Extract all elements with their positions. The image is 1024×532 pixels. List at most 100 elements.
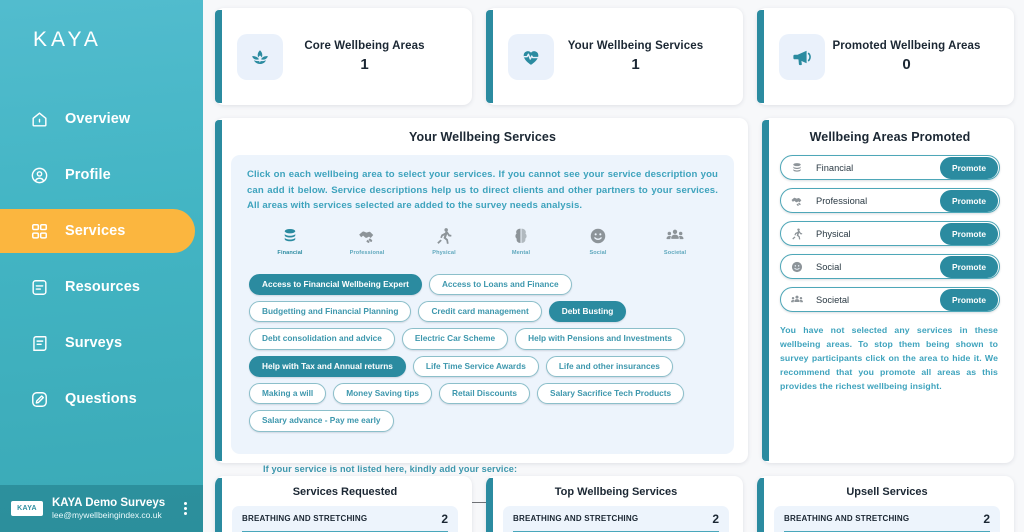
service-tag[interactable]: Credit card management xyxy=(418,300,542,323)
service-tag[interactable]: Help with Tax and Annual returns xyxy=(249,355,406,378)
stat-label: Core Wellbeing Areas xyxy=(304,40,425,52)
sidebar-item-label: Services xyxy=(65,223,126,239)
service-tag-list: Access to Financial Wellbeing Expert Acce… xyxy=(247,273,718,444)
sidebar-item-questions[interactable]: Questions xyxy=(0,377,195,421)
service-tag[interactable]: Retail Discounts xyxy=(439,383,531,405)
wellbeing-area-label: Physical xyxy=(432,249,456,256)
sidebar: KAYA Overview Profile Services Resources Sur… xyxy=(0,0,203,532)
summary-card-title: Top Wellbeing Services xyxy=(554,486,678,498)
promoted-area-row[interactable]: Societal Promote xyxy=(780,287,1000,312)
promote-button[interactable]: Promote xyxy=(940,222,998,245)
sidebar-item-label: Surveys xyxy=(65,335,123,351)
table-row: BREATHING AND STRETCHING 2 xyxy=(513,506,719,532)
service-tag[interactable]: Help with Pensions and Investments xyxy=(515,328,685,350)
service-tag[interactable]: Salary Sacrifice Tech Products xyxy=(537,383,685,405)
wellbeing-area-social[interactable]: Social xyxy=(576,226,620,256)
sidebar-item-label: Resources xyxy=(65,279,141,295)
services-info-panel: Click on each wellbeing area to select y… xyxy=(231,155,734,454)
account-logo-icon: KAYA xyxy=(11,501,43,516)
heart-pulse-icon xyxy=(508,33,554,80)
sidebar-item-profile[interactable]: Profile xyxy=(0,153,195,197)
service-tag[interactable]: Salary advance - Pay me early xyxy=(249,410,394,432)
summary-card-title: Services Requested xyxy=(292,486,398,498)
service-tag[interactable]: Access to Loans and Finance xyxy=(428,273,572,295)
user-circle-icon xyxy=(30,166,49,185)
promoted-area-label: Professional xyxy=(816,195,868,206)
summary-card-title: Upsell Services xyxy=(846,486,928,498)
promoted-area-label: Societal xyxy=(816,294,850,305)
promoted-area-list: Financial Promote Professional Promote Physi… xyxy=(780,155,1000,312)
service-tag[interactable]: Access to Financial Wellbeing Expert xyxy=(249,273,422,295)
promote-button[interactable]: Promote xyxy=(940,189,998,212)
service-tag[interactable]: Budgetting and Financial Planning xyxy=(249,300,412,323)
service-tag[interactable]: Making a will xyxy=(249,383,327,405)
promoted-area-label: Financial xyxy=(816,162,854,173)
account-logo-text: KAYA xyxy=(17,505,37,512)
stat-text: Core Wellbeing Areas 1 xyxy=(283,40,472,73)
promoted-area-label: Social xyxy=(816,261,842,272)
brand-logo: KAYA xyxy=(33,28,102,51)
lotus-icon xyxy=(237,33,283,80)
middle-row: Your Wellbeing Services Click on each we… xyxy=(215,118,1014,519)
services-card-title: Your Wellbeing Services xyxy=(408,130,557,144)
service-count: 2 xyxy=(712,511,719,526)
service-tag[interactable]: Life and other insurances xyxy=(545,355,673,378)
service-tag[interactable]: Debt Busting xyxy=(548,300,627,323)
kebab-menu-icon[interactable] xyxy=(180,499,191,518)
promoted-note-text: You have not selected any services in th… xyxy=(780,325,998,392)
wellbeing-area-label: Mental xyxy=(511,249,531,256)
service-tag[interactable]: Electric Car Scheme xyxy=(401,328,509,350)
sidebar-item-label: Questions xyxy=(65,391,137,407)
wellbeing-area-physical[interactable]: Physical xyxy=(422,226,466,256)
table-row: BREATHING AND STRETCHING 2 xyxy=(784,506,990,532)
wellbeing-area-professional[interactable]: Professional xyxy=(345,226,389,256)
promote-button[interactable]: Promote xyxy=(940,255,998,278)
wellbeing-area-label: Financial xyxy=(277,249,303,256)
stat-label: Promoted Wellbeing Areas xyxy=(832,40,981,52)
stat-text: Promoted Wellbeing Areas 0 xyxy=(825,40,1014,73)
main-content: Core Wellbeing Areas 1 Your Wellbeing Serv… xyxy=(203,0,1024,532)
stat-card: Your Wellbeing Services 1 xyxy=(486,8,743,105)
your-wellbeing-services-card: Your Wellbeing Services Click on each we… xyxy=(215,118,748,519)
pencil-square-icon xyxy=(30,390,49,409)
stat-value: 1 xyxy=(360,56,369,73)
account-name: KAYA Demo Surveys xyxy=(52,497,166,509)
wellbeing-area-financial[interactable]: Financial xyxy=(268,226,312,256)
promoted-area-row[interactable]: Professional Promote xyxy=(780,188,1000,213)
service-tag[interactable]: Debt consolidation and advice xyxy=(249,328,395,350)
summary-card: Upsell Services BREATHING AND STRETCHING 2… xyxy=(757,476,1014,532)
promoted-area-row[interactable]: Social Promote xyxy=(780,254,1000,279)
promoted-area-row[interactable]: Physical Promote xyxy=(780,221,1000,246)
stat-text: Your Wellbeing Services 1 xyxy=(554,40,743,73)
service-count: 2 xyxy=(983,511,990,526)
wellbeing-area-mental[interactable]: Mental xyxy=(499,226,543,256)
summary-list: BREATHING AND STRETCHING2LEADERSHIP DEVE… xyxy=(774,506,1000,532)
sidebar-footer: KAYA KAYA Demo Surveys lee@mywellbeingin… xyxy=(0,485,203,532)
sidebar-item-resources[interactable]: Resources xyxy=(0,265,195,309)
runner-icon xyxy=(790,227,804,241)
service-name: BREATHING AND STRETCHING xyxy=(784,514,910,523)
promoted-area-row[interactable]: Financial Promote xyxy=(780,155,1000,180)
service-tag[interactable]: Money Saving tips xyxy=(333,383,433,405)
handshake-icon xyxy=(790,194,804,208)
service-name: BREATHING AND STRETCHING xyxy=(242,514,368,523)
summary-card: Services Requested BREATHING AND STRETCHI… xyxy=(215,476,472,532)
app-root: KAYA Overview Profile Services Resources Sur… xyxy=(0,0,1024,532)
promoted-area-label: Physical xyxy=(816,228,851,239)
table-row: BREATHING AND STRETCHING 2 xyxy=(242,506,448,532)
service-name: BREATHING AND STRETCHING xyxy=(513,514,639,523)
promote-button[interactable]: Promote xyxy=(940,156,998,179)
service-tag[interactable]: Life Time Service Awards xyxy=(412,355,539,378)
stats-row: Core Wellbeing Areas 1 Your Wellbeing Serv… xyxy=(215,8,1014,105)
sidebar-item-surveys[interactable]: Surveys xyxy=(0,321,195,365)
stat-value: 1 xyxy=(631,56,640,73)
people-group-icon xyxy=(790,293,804,307)
summary-list: BREATHING AND STRETCHING2LEADERSHIP DEVE… xyxy=(232,506,458,532)
sidebar-nav: Overview Profile Services Resources Surveys Q… xyxy=(0,97,203,421)
sidebar-item-overview[interactable]: Overview xyxy=(0,97,195,141)
summary-list: BREATHING AND STRETCHING2LEADERSHIP DEVE… xyxy=(503,506,729,532)
sidebar-item-services[interactable]: Services xyxy=(0,209,195,253)
stat-card: Promoted Wellbeing Areas 0 xyxy=(757,8,1014,105)
promote-button[interactable]: Promote xyxy=(940,288,998,311)
wellbeing-area-societal[interactable]: Societal xyxy=(653,226,697,256)
